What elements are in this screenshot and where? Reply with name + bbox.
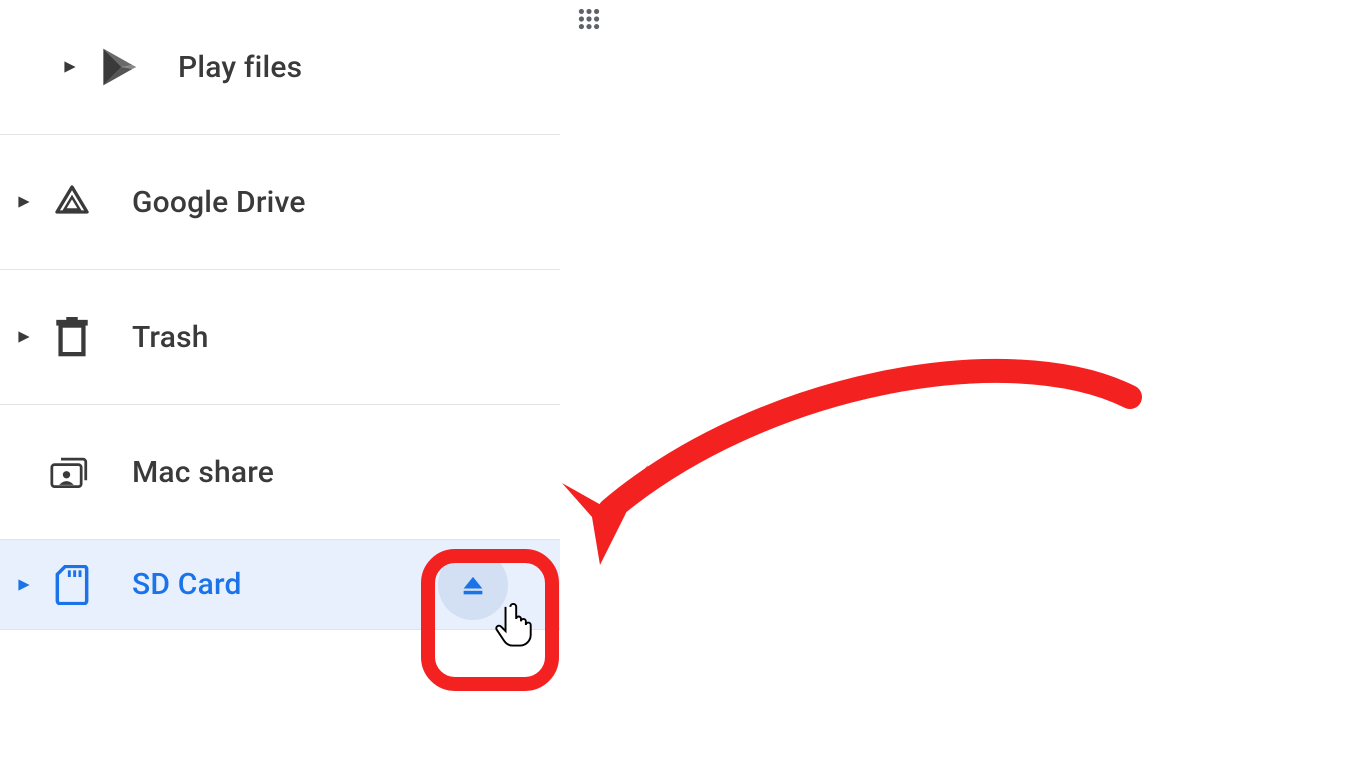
sidebar-item-trash[interactable]: Trash xyxy=(0,270,560,405)
sidebar-item-mac-share[interactable]: Mac share xyxy=(0,405,560,540)
sidebar-item-label: Google Drive xyxy=(132,185,306,220)
annotation-arrow xyxy=(540,355,1160,585)
sidebar-item-label: Mac share xyxy=(132,455,274,490)
sidebar-item-label: Trash xyxy=(132,320,209,355)
apps-grid-icon[interactable] xyxy=(576,6,602,32)
annotation-highlight-box xyxy=(421,549,559,691)
sidebar-item-play-files[interactable]: Play files xyxy=(0,0,560,135)
sidebar-item-label: Play files xyxy=(178,50,302,85)
expand-icon xyxy=(14,578,34,592)
trash-icon xyxy=(48,317,96,357)
hand-cursor-icon xyxy=(494,602,534,648)
files-sidebar: Play files Google Drive xyxy=(0,0,560,630)
sd-card-icon xyxy=(48,565,96,605)
expand-icon xyxy=(60,60,80,74)
sidebar-item-google-drive[interactable]: Google Drive xyxy=(0,135,560,270)
expand-icon xyxy=(14,330,34,344)
drive-icon xyxy=(48,182,96,222)
smb-share-icon xyxy=(48,452,96,492)
expand-icon xyxy=(14,195,34,209)
play-store-icon xyxy=(94,45,142,89)
sidebar-item-label: SD Card xyxy=(132,567,242,602)
